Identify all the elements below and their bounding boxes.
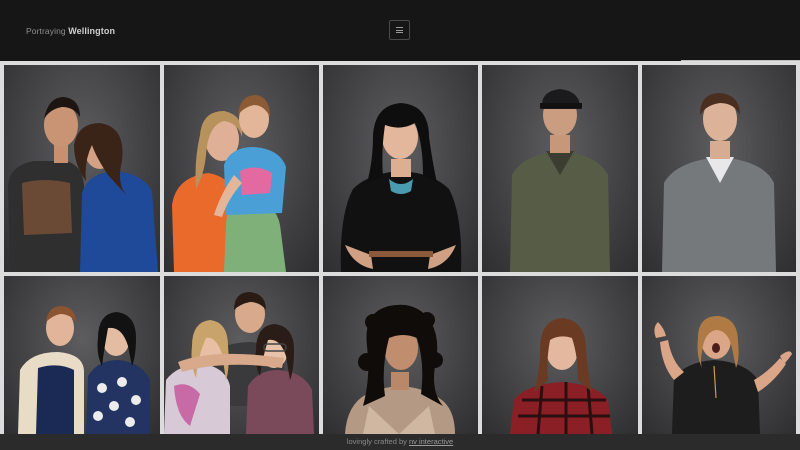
portrait-tile-6[interactable] xyxy=(4,276,160,434)
portrait-tile-2[interactable] xyxy=(164,65,319,272)
site-brand[interactable]: Portraying Wellington xyxy=(26,26,115,36)
site-footer: lovingly crafted by nv interactive xyxy=(0,434,800,450)
portrait-tile-4[interactable] xyxy=(482,65,638,272)
portrait-grid xyxy=(0,61,800,434)
footer-credit-text: lovingly crafted by xyxy=(346,437,407,446)
hamburger-icon xyxy=(396,27,403,33)
portrait-image xyxy=(510,318,612,434)
portrait-tile-10[interactable] xyxy=(642,276,796,434)
menu-toggle-button[interactable] xyxy=(389,20,410,40)
portrait-tile-9[interactable] xyxy=(482,276,638,434)
portrait-image xyxy=(172,95,286,272)
footer-credit-link[interactable]: nv interactive xyxy=(409,437,453,446)
portrait-image xyxy=(340,103,462,272)
portrait-tile-1[interactable] xyxy=(4,65,160,272)
portrait-image xyxy=(662,93,776,272)
portrait-tile-3[interactable] xyxy=(323,65,478,272)
portrait-tile-7[interactable] xyxy=(164,276,319,434)
brand-name: Wellington xyxy=(68,26,116,36)
portrait-image xyxy=(164,292,314,434)
portrait-image xyxy=(8,97,158,272)
portrait-image xyxy=(510,89,610,272)
top-navigation-bar: Portraying Wellington xyxy=(0,0,800,62)
portrait-image xyxy=(18,306,150,434)
portrait-image xyxy=(654,316,792,434)
portrait-tile-8[interactable] xyxy=(323,276,478,434)
portrait-image xyxy=(345,304,455,434)
brand-prefix: Portraying xyxy=(26,26,66,36)
portrait-tile-5[interactable] xyxy=(642,65,796,272)
